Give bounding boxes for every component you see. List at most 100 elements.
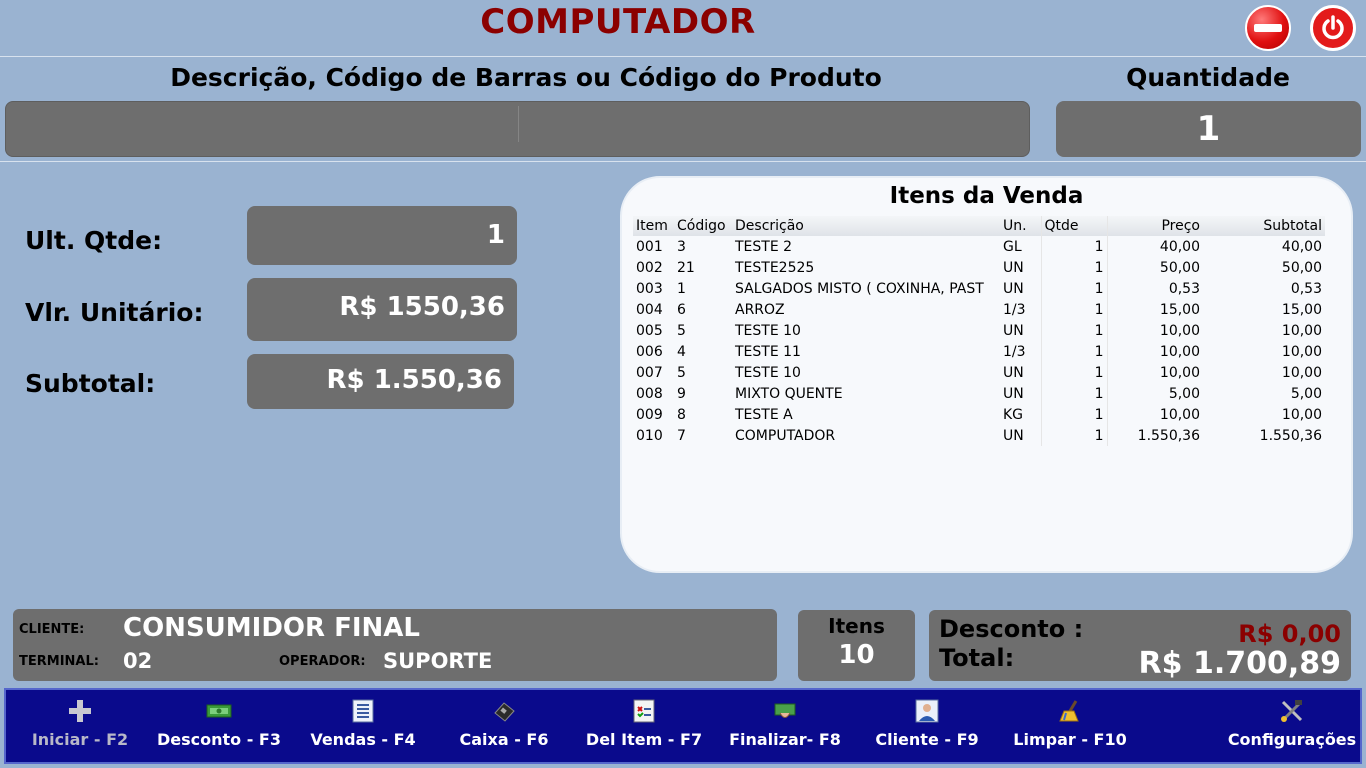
cell-descricao: SALGADOS MISTO ( COXINHA, PAST <box>735 280 984 297</box>
col-codigo[interactable]: Código <box>674 216 732 236</box>
table-row[interactable]: 005 5 TESTE 10 UN 1 10,00 10,00 <box>633 320 1325 341</box>
cell-preco: 50,00 <box>1159 259 1200 276</box>
limpar-label: Limpar - F10 <box>1013 730 1127 749</box>
total-label: Total: <box>939 644 1015 672</box>
col-descricao[interactable]: Descrição <box>732 216 1000 236</box>
cell-subtotal: 1.550,36 <box>1259 427 1322 444</box>
items-count-value: 10 <box>838 640 875 670</box>
col-qtde[interactable]: Qtde <box>1041 216 1108 236</box>
cell-item: 010 <box>636 427 663 444</box>
cell-un: 1/3 <box>1000 341 1042 362</box>
cell-subtotal: 50,00 <box>1281 259 1322 276</box>
cell-un: UN <box>1000 362 1042 383</box>
cell-codigo: 4 <box>677 343 686 360</box>
del-item-label: Del Item - F7 <box>585 730 703 749</box>
finalizar-label: Finalizar- F8 <box>729 730 841 749</box>
cell-codigo: 21 <box>677 259 695 276</box>
table-row[interactable]: 003 1 SALGADOS MISTO ( COXINHA, PAST UN 1 0,5… <box>633 278 1325 299</box>
quantity-input[interactable]: 1 <box>1056 101 1361 157</box>
items-count-panel: Itens 10 <box>798 610 915 681</box>
table-row[interactable]: 006 4 TESTE 11 1/3 1 10,00 10,00 <box>633 341 1325 362</box>
cell-item: 001 <box>636 238 663 255</box>
caixa-button[interactable]: Caixa - F6 <box>456 698 552 758</box>
table-header-row: Item Código Descrição Un. Qtde Preço Sub… <box>633 216 1325 236</box>
configuracoes-button[interactable]: Configurações <box>1228 698 1356 758</box>
cell-un: UN <box>1000 383 1042 404</box>
col-un[interactable]: Un. <box>1000 216 1042 236</box>
cell-subtotal: 15,00 <box>1281 301 1322 318</box>
vlr-unitario-value: R$ 1550,36 <box>247 278 517 341</box>
cell-descricao: TESTE 2 <box>735 238 793 255</box>
minimize-button[interactable] <box>1245 5 1291 51</box>
cell-qtde: 1 <box>1041 299 1108 320</box>
cell-un: UN <box>1000 278 1042 299</box>
product-search-input[interactable] <box>5 101 1030 157</box>
table-row[interactable]: 007 5 TESTE 10 UN 1 10,00 10,00 <box>633 362 1325 383</box>
cell-preco: 5,00 <box>1168 385 1200 402</box>
finalize-icon <box>772 698 798 724</box>
terminal-label: TERMINAL: <box>19 654 99 669</box>
desconto-button[interactable]: Desconto - F3 <box>156 698 282 758</box>
table-row[interactable]: 004 6 ARROZ 1/3 1 15,00 15,00 <box>633 299 1325 320</box>
cell-qtde: 1 <box>1041 236 1108 257</box>
subtotal-value: R$ 1.550,36 <box>247 354 514 409</box>
cell-item: 009 <box>636 406 663 423</box>
cell-preco: 0,53 <box>1168 280 1200 297</box>
cell-descricao: TESTE 10 <box>735 322 801 339</box>
search-label: Descrição, Código de Barras ou Código do… <box>170 63 882 92</box>
limpar-button[interactable]: Limpar - F10 <box>1012 698 1128 758</box>
sale-items-table[interactable]: Item Código Descrição Un. Qtde Preço Sub… <box>633 216 1325 446</box>
cell-subtotal: 10,00 <box>1281 322 1322 339</box>
client-icon <box>914 698 940 724</box>
subtotal-label: Subtotal: <box>25 369 156 398</box>
table-row[interactable]: 008 9 MIXTO QUENTE UN 1 5,00 5,00 <box>633 383 1325 404</box>
table-row[interactable]: 002 21 TESTE2525 UN 1 50,00 50,00 <box>633 257 1325 278</box>
cell-codigo: 6 <box>677 301 686 318</box>
col-item[interactable]: Item <box>633 216 674 236</box>
cell-codigo: 8 <box>677 406 686 423</box>
cliente-label: CLIENTE: <box>19 622 85 637</box>
table-row[interactable]: 001 3 TESTE 2 GL 1 40,00 40,00 <box>633 236 1325 257</box>
iniciar-button[interactable]: Iniciar - F2 <box>30 698 130 758</box>
power-button[interactable] <box>1310 5 1356 51</box>
cell-item: 005 <box>636 322 663 339</box>
cell-codigo: 5 <box>677 322 686 339</box>
cell-un: 1/3 <box>1000 299 1042 320</box>
totals-panel: Desconto : R$ 0,00 Total: R$ 1.700,89 <box>929 610 1351 681</box>
col-preco[interactable]: Preço <box>1107 216 1203 236</box>
vendas-label: Vendas - F4 <box>310 730 416 749</box>
search-divider <box>518 106 519 142</box>
cell-preco: 10,00 <box>1159 406 1200 423</box>
table-row[interactable]: 010 7 COMPUTADOR UN 1 1.550,36 1.550,36 <box>633 425 1325 446</box>
cliente-button[interactable]: Cliente - F9 <box>874 698 980 758</box>
configuracoes-label: Configurações <box>1227 730 1357 749</box>
cash-register-icon <box>491 698 517 724</box>
cell-codigo: 1 <box>677 280 686 297</box>
cell-qtde: 1 <box>1041 257 1108 278</box>
cell-codigo: 9 <box>677 385 686 402</box>
tools-icon <box>1279 698 1305 724</box>
cell-descricao: MIXTO QUENTE <box>735 385 843 402</box>
cell-un: UN <box>1000 320 1042 341</box>
cell-subtotal: 40,00 <box>1281 238 1322 255</box>
table-row[interactable]: 009 8 TESTE A KG 1 10,00 10,00 <box>633 404 1325 425</box>
cell-qtde: 1 <box>1041 404 1108 425</box>
cell-item: 002 <box>636 259 663 276</box>
cell-codigo: 5 <box>677 364 686 381</box>
cell-codigo: 3 <box>677 238 686 255</box>
ult-qtde-value: 1 <box>247 206 517 265</box>
cell-subtotal: 5,00 <box>1290 385 1322 402</box>
money-icon <box>206 698 232 724</box>
vendas-button[interactable]: Vendas - F4 <box>308 698 418 758</box>
cell-un: UN <box>1000 425 1042 446</box>
cell-qtde: 1 <box>1041 320 1108 341</box>
operador-value: SUPORTE <box>383 649 493 673</box>
del-item-button[interactable]: Del Item - F7 <box>586 698 702 758</box>
cell-qtde: 1 <box>1041 341 1108 362</box>
product-entry-panel: Descrição, Código de Barras ou Código do… <box>0 56 1366 162</box>
col-subtotal[interactable]: Subtotal <box>1203 216 1325 236</box>
cell-preco: 10,00 <box>1159 322 1200 339</box>
cell-qtde: 1 <box>1041 383 1108 404</box>
finalizar-button[interactable]: Finalizar- F8 <box>729 698 841 758</box>
cell-item: 006 <box>636 343 663 360</box>
